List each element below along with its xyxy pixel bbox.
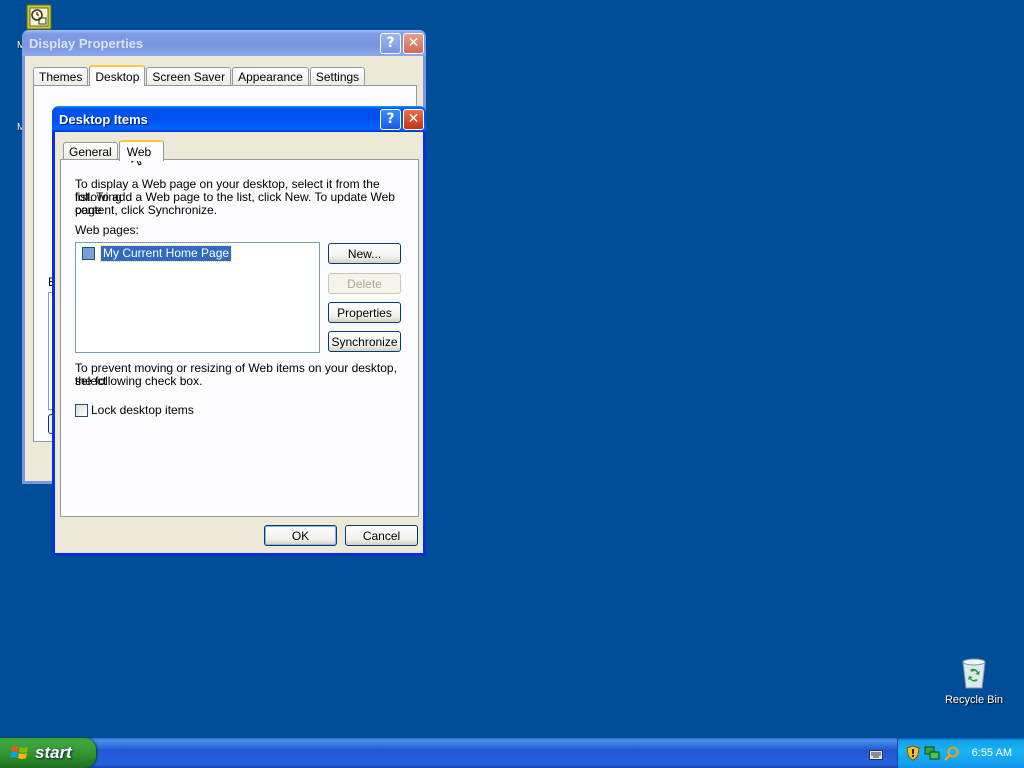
tab-screen-saver[interactable]: Screen Saver bbox=[146, 67, 232, 85]
search-icon[interactable] bbox=[944, 746, 959, 761]
tab-general[interactable]: General bbox=[63, 142, 118, 160]
clock: 6:55 AM bbox=[971, 747, 1012, 759]
list-item-label: My Current Home Page bbox=[99, 245, 233, 262]
web-pages-list[interactable]: My Current Home Page bbox=[75, 242, 320, 353]
security-shield-icon[interactable] bbox=[906, 745, 920, 761]
keyboard-icon[interactable] bbox=[869, 750, 883, 760]
taskbar: start 6:55 AM bbox=[0, 738, 1024, 768]
start-button[interactable]: start bbox=[0, 738, 96, 768]
tab-appearance[interactable]: Appearance bbox=[232, 67, 309, 85]
title-bar[interactable]: Desktop Items ? ✕ bbox=[52, 106, 426, 132]
new-button[interactable]: New... bbox=[328, 243, 401, 264]
window-title: Display Properties bbox=[29, 35, 144, 51]
clock-document-icon bbox=[26, 4, 52, 30]
recycle-bin[interactable]: Recycle Bin bbox=[944, 656, 1004, 706]
synchronize-button[interactable]: Synchronize bbox=[328, 331, 401, 352]
title-bar[interactable]: Display Properties ? ✕ bbox=[22, 30, 426, 56]
close-button[interactable]: ✕ bbox=[403, 32, 424, 54]
tab-settings[interactable]: Settings bbox=[309, 67, 366, 85]
desktop-items-dialog: Desktop Items ? ✕ General Web To display… bbox=[52, 106, 426, 556]
dialog-title: Desktop Items bbox=[59, 111, 148, 127]
network-icon[interactable] bbox=[924, 745, 940, 761]
list-item-checkbox[interactable] bbox=[82, 247, 95, 260]
start-label: start bbox=[35, 743, 72, 762]
tab-themes[interactable]: Themes bbox=[33, 67, 89, 85]
recycle-bin-label: Recycle Bin bbox=[944, 694, 1004, 706]
ok-button[interactable]: OK bbox=[264, 525, 337, 546]
help-button[interactable]: ? bbox=[380, 108, 401, 130]
checkbox-box[interactable] bbox=[75, 403, 88, 417]
cancel-button[interactable]: Cancel bbox=[345, 525, 418, 546]
desktop-shortcut-icon[interactable] bbox=[26, 4, 52, 30]
system-tray: 6:55 AM bbox=[897, 738, 1024, 768]
close-button[interactable]: ✕ bbox=[403, 108, 424, 130]
delete-button[interactable]: Delete bbox=[328, 273, 401, 294]
web-pages-label: Web pages: bbox=[75, 223, 139, 237]
lock-desktop-items-checkbox[interactable]: Lock desktop items bbox=[75, 403, 194, 417]
list-item[interactable]: My Current Home Page bbox=[82, 245, 233, 262]
tab-desktop[interactable]: Desktop bbox=[89, 65, 146, 86]
windows-logo-icon bbox=[10, 746, 28, 759]
help-button[interactable]: ? bbox=[380, 32, 401, 54]
intro-text-line: content, click Synchronize. bbox=[75, 203, 218, 217]
web-tab-panel: To display a Web page on your desktop, s… bbox=[60, 159, 419, 517]
tab-web[interactable]: Web bbox=[118, 140, 165, 161]
lock-desktop-items-label: Lock desktop items bbox=[91, 403, 194, 417]
properties-button[interactable]: Properties bbox=[328, 302, 401, 323]
recycle-bin-icon bbox=[962, 658, 986, 689]
lock-description-line: the following check box. bbox=[75, 374, 203, 388]
